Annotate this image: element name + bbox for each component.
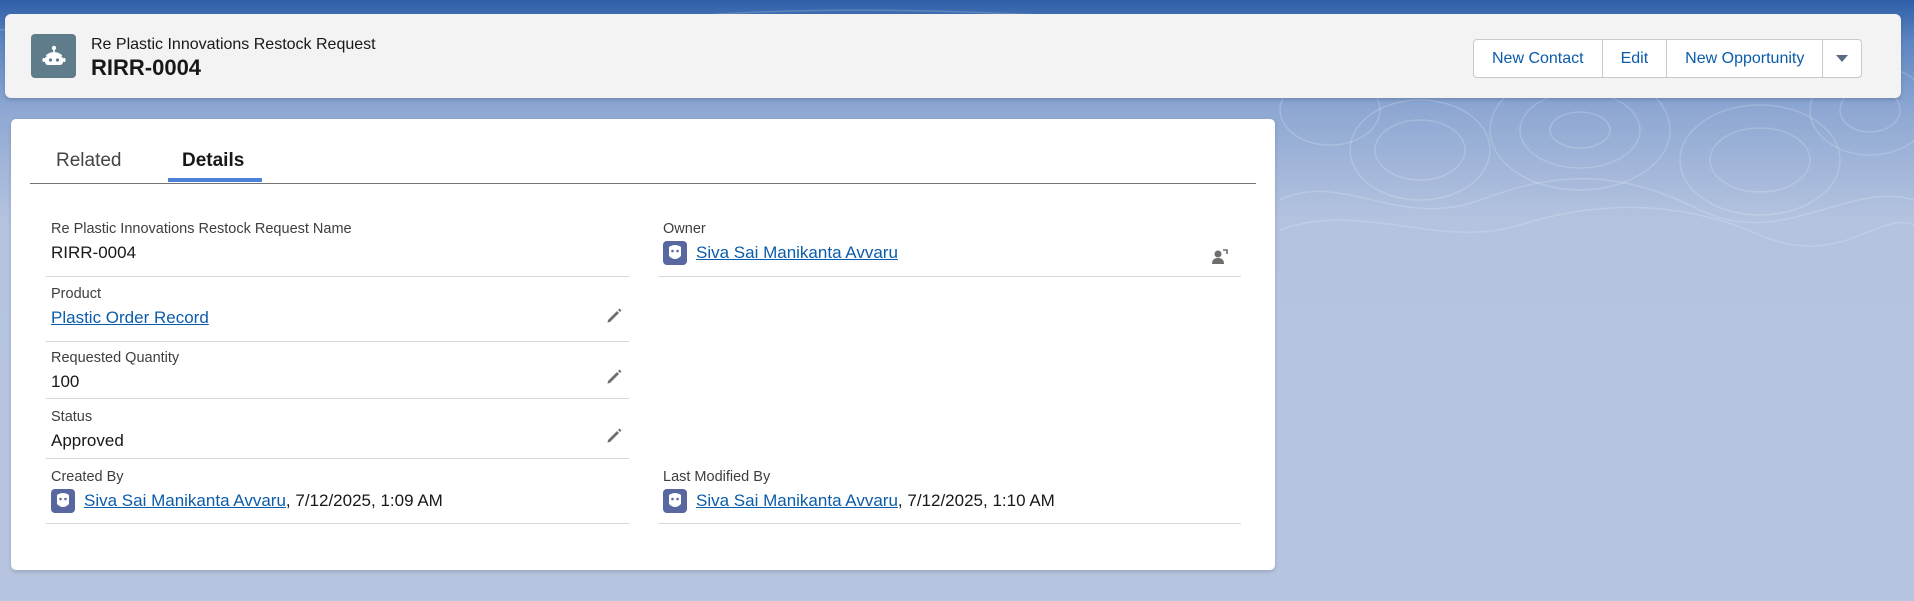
field-value: Siva Sai Manikanta Avvaru , 7/12/2025, 1…	[663, 489, 1055, 513]
new-contact-button[interactable]: New Contact	[1473, 39, 1603, 78]
modified-by-user-link[interactable]: Siva Sai Manikanta Avvaru	[696, 491, 898, 511]
field-divider	[46, 276, 629, 277]
field-divider	[46, 523, 629, 524]
field-value: Siva Sai Manikanta Avvaru	[663, 241, 898, 265]
field-label: Re Plastic Innovations Restock Request N…	[51, 221, 352, 237]
product-link[interactable]: Plastic Order Record	[51, 308, 209, 328]
more-actions-button[interactable]	[1822, 39, 1863, 78]
action-button-group: New Contact Edit New Opportunity	[1473, 39, 1863, 78]
chevron-down-icon	[1836, 54, 1849, 62]
record-header: Re Plastic Innovations Restock Request R…	[5, 14, 1901, 98]
field-divider	[658, 276, 1241, 277]
robot-icon	[31, 34, 76, 78]
created-date: , 7/12/2025, 1:09 AM	[285, 491, 443, 510]
field-label: Last Modified By	[663, 469, 771, 485]
tab-bar: Related Details	[30, 119, 1256, 184]
field-divider	[46, 341, 629, 342]
owner-link[interactable]: Siva Sai Manikanta Avvaru	[696, 243, 898, 263]
created-by-user-link[interactable]: Siva Sai Manikanta Avvaru	[84, 491, 286, 511]
field-value: 100	[51, 372, 80, 391]
field-label: Created By	[51, 469, 124, 485]
user-avatar-icon	[51, 489, 75, 513]
field-divider	[46, 398, 629, 399]
record-title: RIRR-0004	[91, 55, 202, 80]
field-label: Owner	[663, 221, 706, 237]
user-avatar-icon	[663, 241, 687, 265]
user-avatar-icon	[663, 489, 687, 513]
object-label: Re Plastic Innovations Restock Request	[91, 36, 376, 53]
active-tab-indicator	[168, 178, 262, 182]
details-card: Related Details Re Plastic Innovations R…	[11, 119, 1275, 570]
field-label: Requested Quantity	[51, 350, 180, 366]
field-value: Siva Sai Manikanta Avvaru , 7/12/2025, 1…	[51, 489, 443, 513]
edit-button[interactable]: Edit	[1601, 39, 1668, 78]
change-owner-icon[interactable]	[1209, 247, 1229, 267]
modified-date: , 7/12/2025, 1:10 AM	[897, 491, 1055, 510]
field-value: RIRR-0004	[51, 243, 137, 262]
new-opportunity-button[interactable]: New Opportunity	[1666, 39, 1824, 78]
field-divider	[658, 523, 1241, 524]
tab-related[interactable]: Related	[56, 150, 122, 172]
edit-pencil-icon[interactable]	[605, 427, 623, 445]
field-value: Plastic Order Record	[51, 308, 209, 328]
field-label: Product	[51, 286, 101, 302]
field-label: Status	[51, 409, 93, 425]
field-value: Approved	[51, 431, 124, 450]
edit-pencil-icon[interactable]	[605, 307, 623, 325]
tab-details[interactable]: Details	[182, 150, 244, 172]
field-divider	[46, 458, 629, 459]
edit-pencil-icon[interactable]	[605, 368, 623, 386]
